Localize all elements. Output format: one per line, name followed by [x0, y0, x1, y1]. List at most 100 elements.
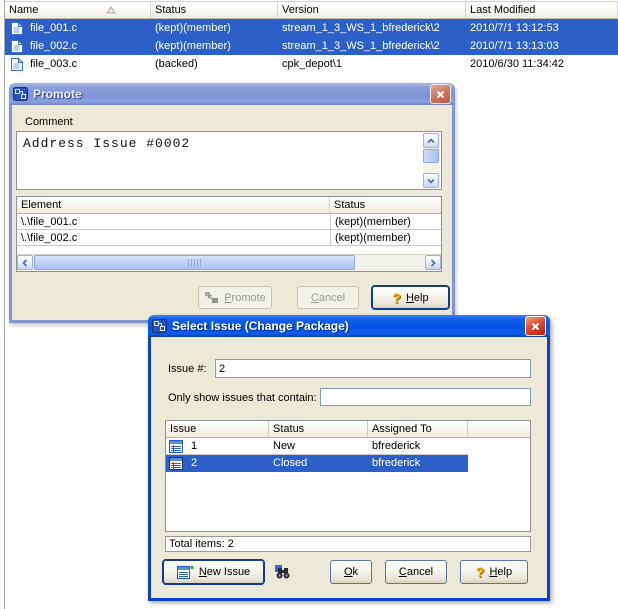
issue-icon [169, 440, 183, 453]
issue-number-label: Issue #: [168, 363, 207, 375]
scroll-down-button[interactable] [423, 173, 439, 188]
comment-input[interactable]: Address Issue #0002 [16, 131, 442, 190]
file-row[interactable]: file_001.c (kept)(member) stream_1_3_WS_… [5, 19, 618, 37]
column-header-label: Issue [170, 423, 196, 435]
scroll-right-button[interactable] [425, 255, 441, 270]
issue-number: 2 [191, 457, 197, 469]
close-icon [530, 321, 541, 332]
column-header-label: Element [21, 199, 61, 211]
element-path: \.\file_002.c [17, 230, 330, 245]
find-issue-button[interactable] [273, 563, 291, 581]
close-icon [435, 89, 446, 100]
screen: Name Status Version Last Modified file_0… [0, 0, 618, 609]
total-items-text: Total items: 2 [169, 538, 234, 550]
button-label: Cancel [311, 292, 345, 304]
column-header-label: Status [334, 199, 365, 211]
chevron-up-icon [427, 137, 435, 145]
issues-table-header: Issue Status Assigned To [166, 421, 530, 438]
issue-number-input[interactable] [215, 359, 531, 378]
file-version: stream_1_3_WS_1_bfrederick\2 [278, 40, 466, 52]
column-header-last-modified[interactable]: Last Modified [466, 2, 618, 18]
issue-icon [169, 457, 183, 470]
new-issue-icon [177, 564, 194, 580]
element-row[interactable]: \.\file_002.c (kept)(member) [17, 230, 441, 246]
accurev-app-icon [152, 319, 167, 333]
comment-label: Comment [25, 116, 73, 128]
column-header-label: Status [273, 423, 304, 435]
close-button[interactable] [430, 84, 451, 104]
ok-button[interactable]: Ok [330, 560, 372, 584]
issue-status: New [269, 438, 368, 454]
file-name: file_003.c [30, 58, 77, 70]
select-issue-dialog-titlebar[interactable]: Select Issue (Change Package) [148, 315, 550, 337]
scrollbar-track [33, 255, 425, 271]
button-label: Cancel [399, 566, 433, 578]
filter-label: Only show issues that contain: [168, 392, 317, 404]
element-status: (kept)(member) [330, 230, 441, 245]
binoculars-icon [274, 564, 291, 580]
file-modified: 2010/6/30 11:34:42 [466, 58, 618, 70]
file-status: (backed) [151, 58, 278, 70]
comment-text: Address Issue #0002 [17, 132, 441, 155]
column-header-label: Name [9, 4, 38, 16]
promote-dialog-titlebar[interactable]: Promote [9, 83, 455, 105]
file-row[interactable]: file_002.c (kept)(member) stream_1_3_WS_… [5, 37, 618, 55]
file-version: stream_1_3_WS_1_bfrederick\2 [278, 22, 466, 34]
file-modified: 2010/7/1 13:12:53 [466, 22, 618, 34]
button-label: Help [489, 566, 512, 578]
button-label: Promote [224, 292, 266, 304]
column-header-assigned-to[interactable]: Assigned To [368, 421, 468, 437]
file-icon [10, 21, 24, 36]
issue-assigned-to: bfrederick [368, 455, 468, 471]
scroll-left-button[interactable] [17, 255, 33, 270]
close-button[interactable] [525, 316, 546, 336]
file-modified: 2010/7/1 13:13:03 [466, 40, 618, 52]
promote-dialog: Promote Comment Address Issue #0002 Elem… [9, 83, 455, 323]
help-button[interactable]: ? Help [372, 286, 449, 309]
scroll-up-button[interactable] [423, 133, 439, 148]
column-header-label: Version [282, 4, 319, 16]
column-header-name[interactable]: Name [5, 2, 151, 18]
file-icon [10, 57, 24, 72]
issues-table: Issue Status Assigned To 1 New bfrederic… [165, 420, 531, 532]
column-header-element[interactable]: Element [17, 197, 330, 213]
element-table-hscrollbar [17, 254, 441, 271]
column-header-version[interactable]: Version [278, 2, 466, 18]
filter-input[interactable] [320, 388, 531, 406]
file-status: (kept)(member) [151, 40, 278, 52]
file-icon [10, 39, 24, 54]
horizontal-scroll-thumb[interactable] [34, 255, 355, 270]
button-label: Ok [344, 566, 358, 578]
column-header-status[interactable]: Status [330, 197, 441, 213]
issue-number: 1 [191, 440, 197, 452]
cancel-button[interactable]: Cancel [385, 560, 447, 584]
help-icon: ? [476, 564, 485, 580]
file-row[interactable]: file_003.c (backed) cpk_depot\1 2010/6/3… [5, 55, 618, 73]
column-header-status[interactable]: Status [151, 2, 278, 18]
file-name: file_001.c [30, 22, 77, 34]
total-items-bar: Total items: 2 [165, 536, 531, 552]
column-header-label: Last Modified [470, 4, 535, 16]
element-table: Element Status \.\file_001.c (kept)(memb… [16, 196, 442, 272]
file-version: cpk_depot\1 [278, 58, 466, 70]
accurev-app-icon [13, 87, 28, 101]
chevron-left-icon [21, 259, 29, 267]
new-issue-button[interactable]: New Issue [163, 560, 264, 584]
chevron-down-icon [427, 177, 435, 185]
issue-row[interactable]: 1 New bfrederick [166, 438, 468, 455]
help-button[interactable]: ? Help [460, 560, 528, 584]
element-row[interactable]: \.\file_001.c (kept)(member) [17, 214, 441, 230]
element-status: (kept)(member) [330, 214, 441, 229]
column-header-status[interactable]: Status [269, 421, 368, 437]
cancel-button: Cancel [297, 286, 359, 309]
column-header-issue[interactable]: Issue [166, 421, 269, 437]
issue-row[interactable]: 2 Closed bfrederick [166, 455, 468, 472]
file-list-table: Name Status Version Last Modified file_0… [5, 1, 618, 73]
issue-status: Closed [269, 455, 368, 471]
column-header-label: Status [155, 4, 186, 16]
dialog-title: Promote [32, 87, 82, 101]
comment-scrollbar [423, 133, 440, 188]
thumb-grip [188, 259, 201, 267]
help-icon: ? [392, 290, 401, 306]
vertical-scroll-thumb[interactable] [423, 149, 439, 163]
